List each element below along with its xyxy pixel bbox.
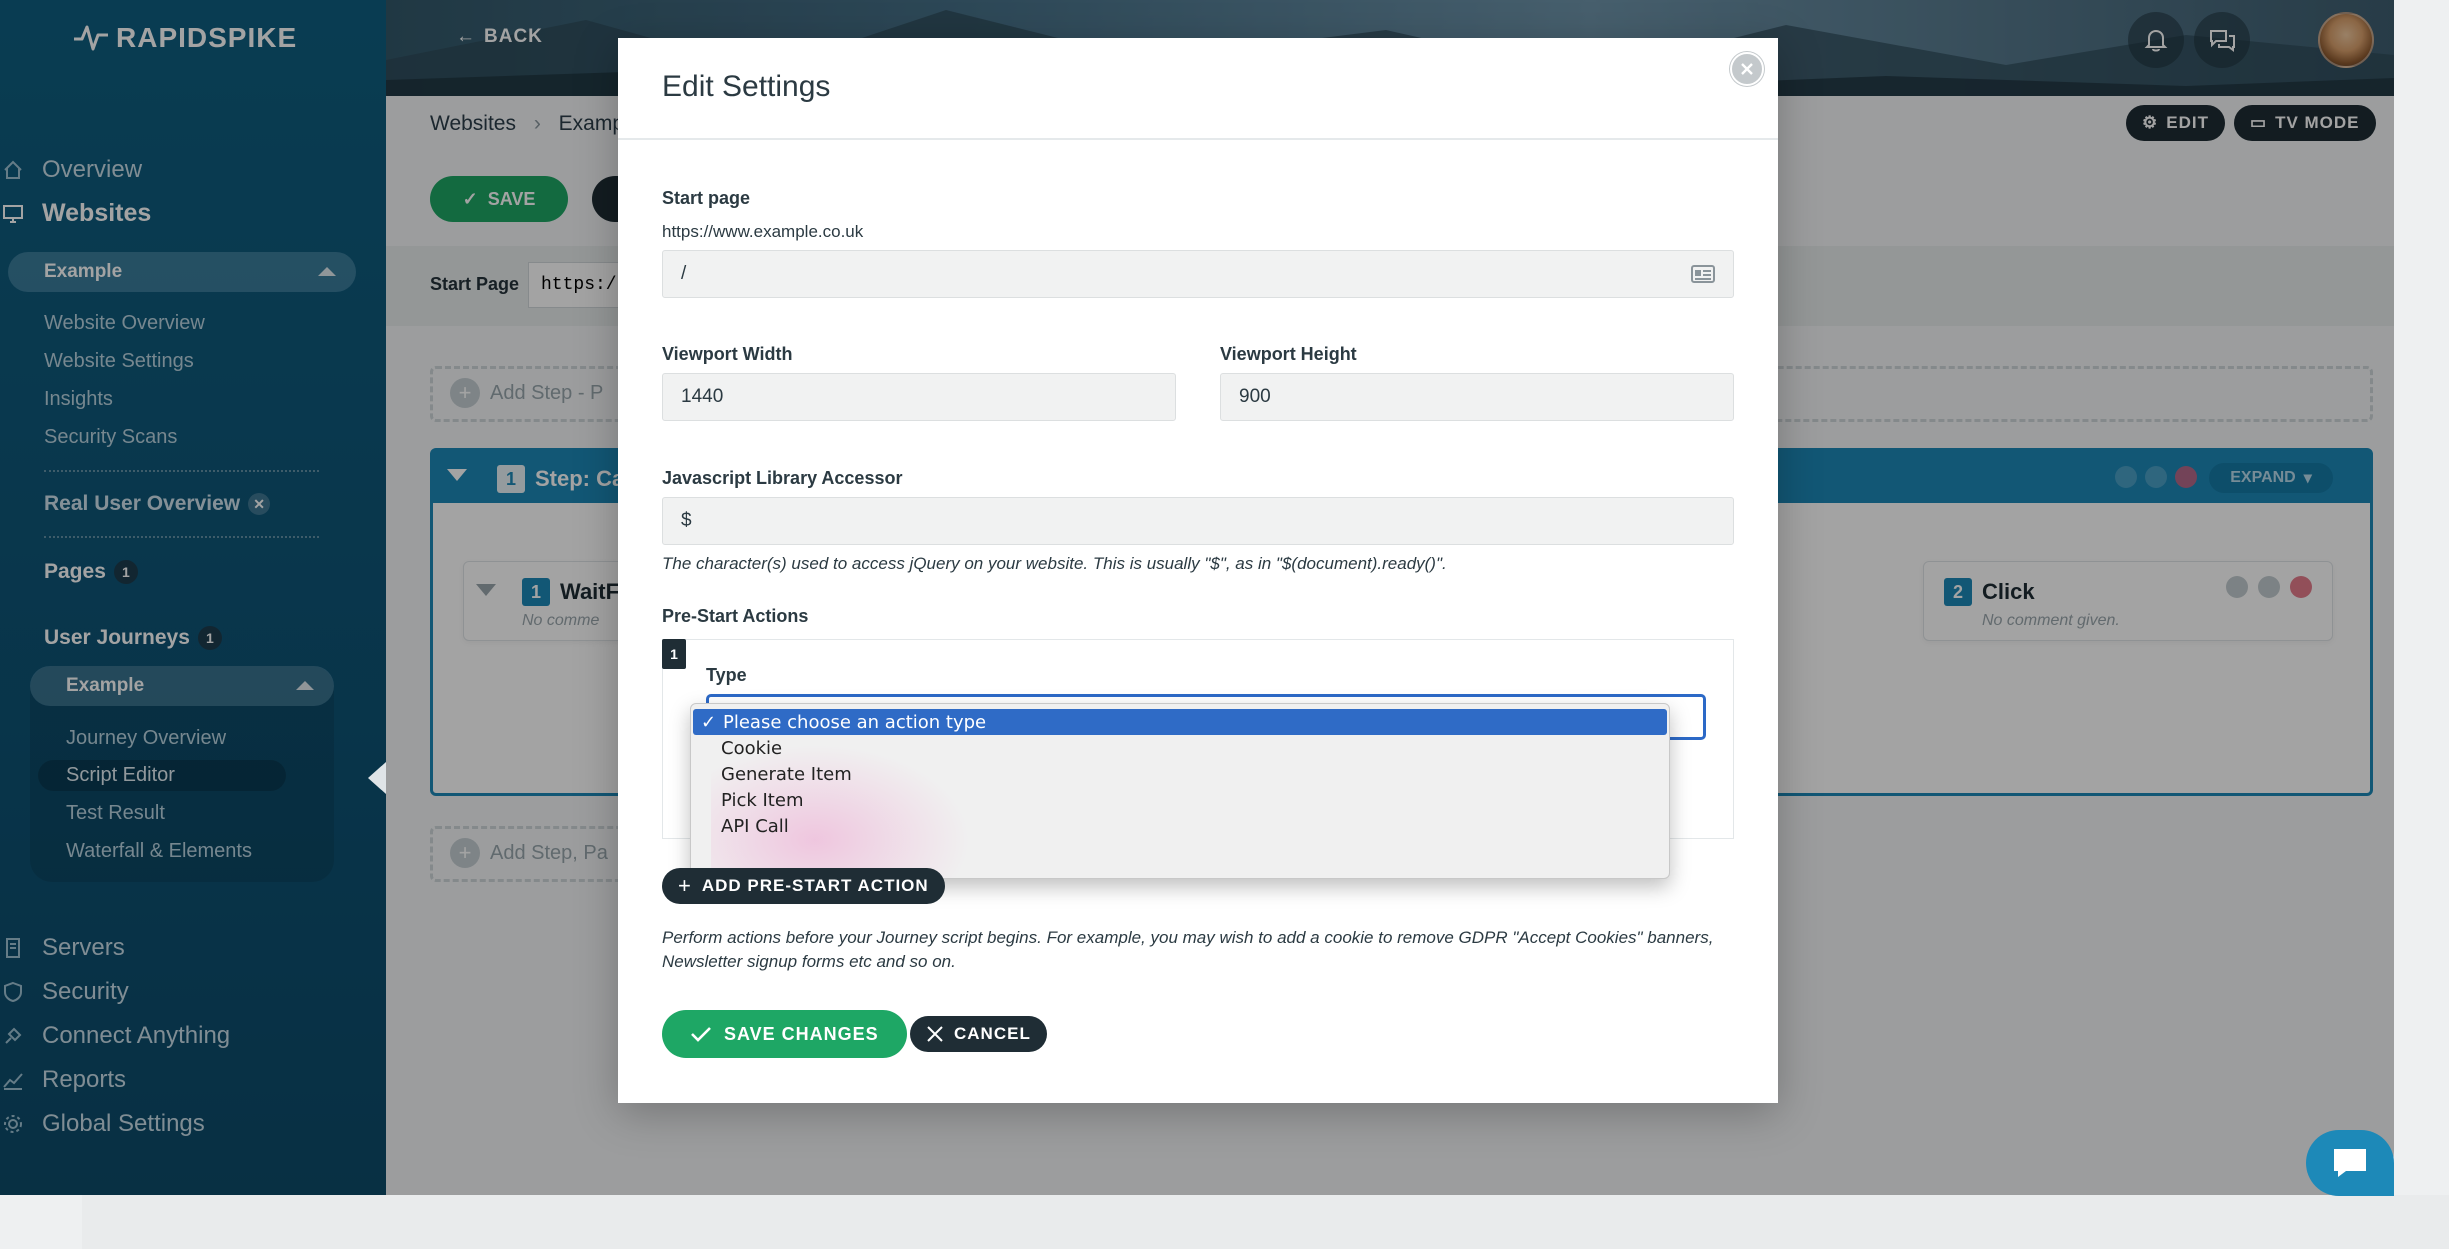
modal-title: Edit Settings [662,70,831,103]
viewport-width-label: Viewport Width [662,344,793,364]
viewport-height-label: Viewport Height [1220,344,1357,364]
app-window: RAPIDSPIKE Overview Websites Example Web… [0,0,2394,1195]
js-accessor-input[interactable]: $ [662,497,1734,545]
save-changes-label: SAVE CHANGES [724,1023,879,1044]
modal-close-button[interactable] [1730,52,1764,86]
option-label: Cookie [721,737,783,759]
cancel-label: CANCEL [954,1024,1031,1043]
cancel-button[interactable]: CANCEL [910,1016,1047,1052]
prestart-help: Perform actions before your Journey scri… [662,928,1714,971]
option-cookie[interactable]: Cookie [691,735,1669,761]
option-label: Pick Item [721,789,804,811]
page-bottom-strip [82,1195,2449,1249]
option-generate-item[interactable]: Generate Item [691,761,1669,787]
start-page-base-url: https://www.example.co.uk [662,222,864,241]
start-page-value: / [681,263,687,284]
check-icon [691,1027,711,1042]
option-label: API Call [721,815,789,837]
add-prestart-action-button[interactable]: + ADD PRE-START ACTION [662,868,945,904]
prestart-label: Pre-Start Actions [662,606,809,626]
close-icon [1741,63,1753,75]
type-label: Type [706,665,747,685]
chat-icon [2334,1149,2366,1177]
prestart-index-badge: 1 [662,639,686,669]
edit-settings-modal: Edit Settings Start page https://www.exa… [618,38,1778,1103]
address-card-icon[interactable] [1691,265,1715,283]
checkmark-icon: ✓ [701,711,717,733]
modal-header: Edit Settings [618,38,1778,140]
action-type-dropdown[interactable]: ✓ Please choose an action type Cookie Ge… [690,703,1670,879]
viewport-width-input[interactable]: 1440 [662,373,1176,421]
start-page-label: Start page [662,188,751,208]
support-chat-button[interactable] [2306,1130,2394,1196]
start-page-input[interactable]: / [662,250,1734,298]
save-changes-button[interactable]: SAVE CHANGES [662,1010,907,1058]
viewport-height-input[interactable]: 900 [1220,373,1734,421]
option-choose-type[interactable]: ✓ Please choose an action type [693,709,1667,735]
option-label: Please choose an action type [723,711,987,733]
option-api-call[interactable]: API Call [691,813,1669,839]
add-prestart-label: ADD PRE-START ACTION [701,876,929,895]
option-label: Generate Item [721,763,852,785]
js-accessor-help: The character(s) used to access jQuery o… [662,554,1447,573]
option-pick-item[interactable]: Pick Item [691,787,1669,813]
close-icon [927,1026,943,1042]
js-accessor-label: Javascript Library Accessor [662,468,903,488]
plus-icon: + [678,873,692,898]
active-page-pointer [368,762,386,794]
